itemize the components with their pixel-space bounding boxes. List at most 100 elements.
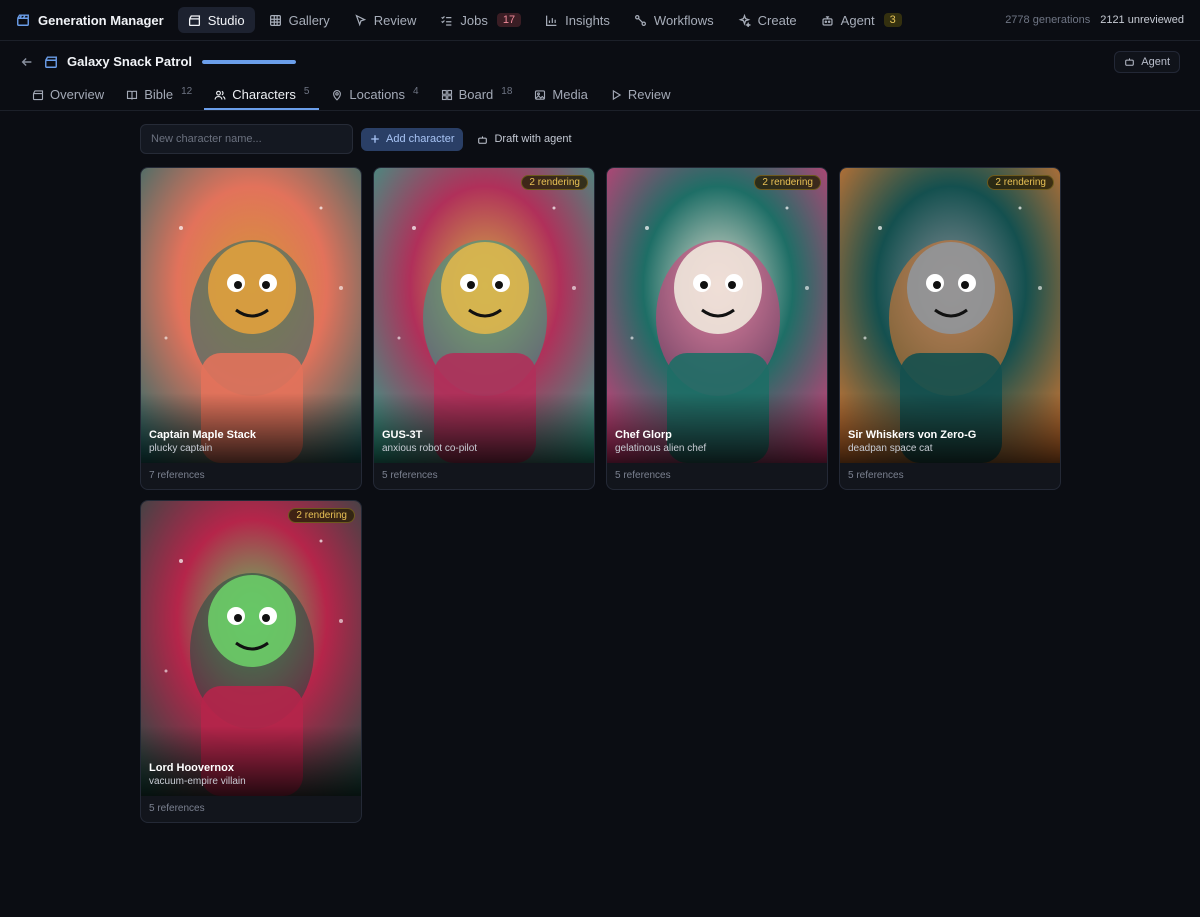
image-icon (534, 89, 546, 101)
tab-label: Review (627, 87, 671, 102)
tab-media[interactable]: Media (524, 81, 597, 110)
add-character-button[interactable]: Add character (361, 127, 464, 151)
character-name: Chef Glorp (615, 429, 672, 441)
brand-label: Generation Manager (38, 12, 164, 28)
users-icon (214, 89, 226, 101)
tab-board[interactable]: Board 18 (431, 81, 523, 110)
character-portrait: Sir Whiskers von Zero-G deadpan space ca… (840, 168, 1060, 463)
top-bar: Generation Manager Studio Gallery Review… (0, 0, 1200, 41)
tab-label: Locations (349, 87, 406, 102)
nav-label: Insights (565, 12, 610, 28)
reference-count: 7 references (149, 470, 205, 481)
bot-icon (477, 134, 488, 145)
nav-label: Create (757, 12, 797, 28)
character-portrait: Lord Hoovernox vacuum-empire villain 2 r… (141, 501, 361, 796)
new-character-name-input[interactable] (140, 124, 353, 154)
agent-button[interactable]: Agent (1114, 50, 1180, 73)
reference-count: 5 references (382, 470, 438, 481)
main-nav: Studio Gallery Review Jobs 17 Insights W… (177, 7, 912, 33)
map-pin-icon (331, 89, 343, 101)
tab-count: 18 (501, 86, 513, 97)
bar-chart-icon (545, 14, 558, 27)
rendering-badge: 2 rendering (521, 175, 588, 190)
nav-label: Review (373, 12, 417, 28)
character-card[interactable]: GUS-3T anxious robot co-pilot 2 renderin… (373, 167, 595, 490)
reference-count: 5 references (848, 470, 904, 481)
reference-count: 5 references (615, 470, 671, 481)
draft-with-agent-button[interactable]: Draft with agent (471, 128, 577, 151)
project-tabs: Overview Bible 12 Characters 5 Locations… (0, 82, 1200, 111)
cursor-icon (354, 13, 367, 27)
character-card[interactable]: Lord Hoovernox vacuum-empire villain 2 r… (140, 500, 362, 823)
tab-label: Bible (144, 87, 174, 102)
rendering-badge: 2 rendering (987, 175, 1054, 190)
project-progress-fill (202, 59, 297, 64)
tab-count: 12 (181, 86, 193, 97)
layout-grid-icon (441, 89, 453, 101)
tab-label: Board (458, 87, 494, 102)
tab-label: Characters (232, 87, 296, 102)
tab-count: 4 (413, 86, 419, 97)
character-portrait: Chef Glorp gelatinous alien chef 2 rende… (607, 168, 827, 463)
brand[interactable]: Generation Manager (16, 13, 164, 28)
nav-jobs[interactable]: Jobs 17 (430, 7, 531, 33)
workflow-icon (634, 14, 647, 27)
tab-label: Overview (50, 87, 105, 102)
tab-review[interactable]: Review (600, 81, 681, 110)
nav-insights[interactable]: Insights (535, 7, 620, 33)
character-portrait: GUS-3T anxious robot co-pilot 2 renderin… (374, 168, 594, 463)
character-role: deadpan space cat (848, 443, 933, 454)
clapperboard-icon (32, 89, 44, 101)
bot-icon (1124, 56, 1135, 67)
character-card[interactable]: Captain Maple Stack plucky captain 7 ref… (140, 167, 362, 490)
tab-overview[interactable]: Overview (22, 81, 114, 110)
clapperboard-icon (44, 55, 58, 69)
nav-gallery[interactable]: Gallery (259, 7, 340, 33)
add-character-label: Add character (386, 133, 455, 145)
character-portrait: Captain Maple Stack plucky captain (141, 168, 361, 463)
character-card[interactable]: Sir Whiskers von Zero-G deadpan space ca… (839, 167, 1061, 490)
nav-create[interactable]: Create (728, 7, 807, 33)
sparkles-icon (738, 13, 751, 27)
project-progress-bar (202, 59, 297, 64)
clapperboard-icon (188, 14, 201, 27)
nav-review[interactable]: Review (344, 7, 427, 33)
nav-label: Gallery (288, 12, 330, 28)
unreviewed-count[interactable]: 2121 unreviewed (1100, 14, 1184, 26)
tab-characters[interactable]: Characters 5 (204, 81, 320, 110)
nav-workflows[interactable]: Workflows (624, 7, 724, 33)
back-arrow-icon[interactable] (20, 55, 34, 69)
rendering-badge: 2 rendering (754, 175, 821, 190)
tab-bible[interactable]: Bible 12 (116, 81, 202, 110)
nav-studio[interactable]: Studio (177, 7, 255, 33)
generations-count: 2778 generations (1005, 14, 1091, 26)
tab-locations[interactable]: Locations 4 (321, 81, 428, 110)
draft-with-agent-label: Draft with agent (494, 133, 572, 145)
project-title: Galaxy Snack Patrol (67, 54, 193, 69)
tab-count: 5 (303, 86, 310, 97)
nav-label: Workflows (653, 12, 714, 28)
jobs-count-badge: 17 (496, 13, 522, 27)
nav-agent[interactable]: Agent 3 (811, 7, 912, 33)
nav-label: Studio (207, 12, 245, 28)
character-card[interactable]: Chef Glorp gelatinous alien chef 2 rende… (606, 167, 828, 490)
plus-icon (370, 134, 380, 144)
character-name: Lord Hoovernox (149, 762, 234, 774)
tab-label: Media (552, 87, 588, 102)
character-role: plucky captain (149, 443, 213, 454)
character-toolbar: Add character Draft with agent (140, 124, 578, 154)
play-icon (610, 89, 622, 101)
character-name: Captain Maple Stack (149, 429, 256, 441)
nav-label: Agent (840, 12, 875, 28)
character-name: GUS-3T (382, 429, 423, 441)
character-grid: Captain Maple Stack plucky captain 7 ref… (140, 167, 1061, 823)
character-role: anxious robot co-pilot (382, 443, 478, 454)
grid-icon (269, 14, 282, 27)
agent-button-label: Agent (1141, 55, 1170, 68)
character-role: vacuum-empire villain (149, 776, 246, 787)
top-stats: 2778 generations 2121 unreviewed (1005, 14, 1184, 26)
rendering-badge: 2 rendering (288, 508, 355, 523)
agent-count-badge: 3 (883, 13, 902, 27)
list-check-icon (440, 14, 453, 27)
reference-count: 5 references (149, 803, 205, 814)
